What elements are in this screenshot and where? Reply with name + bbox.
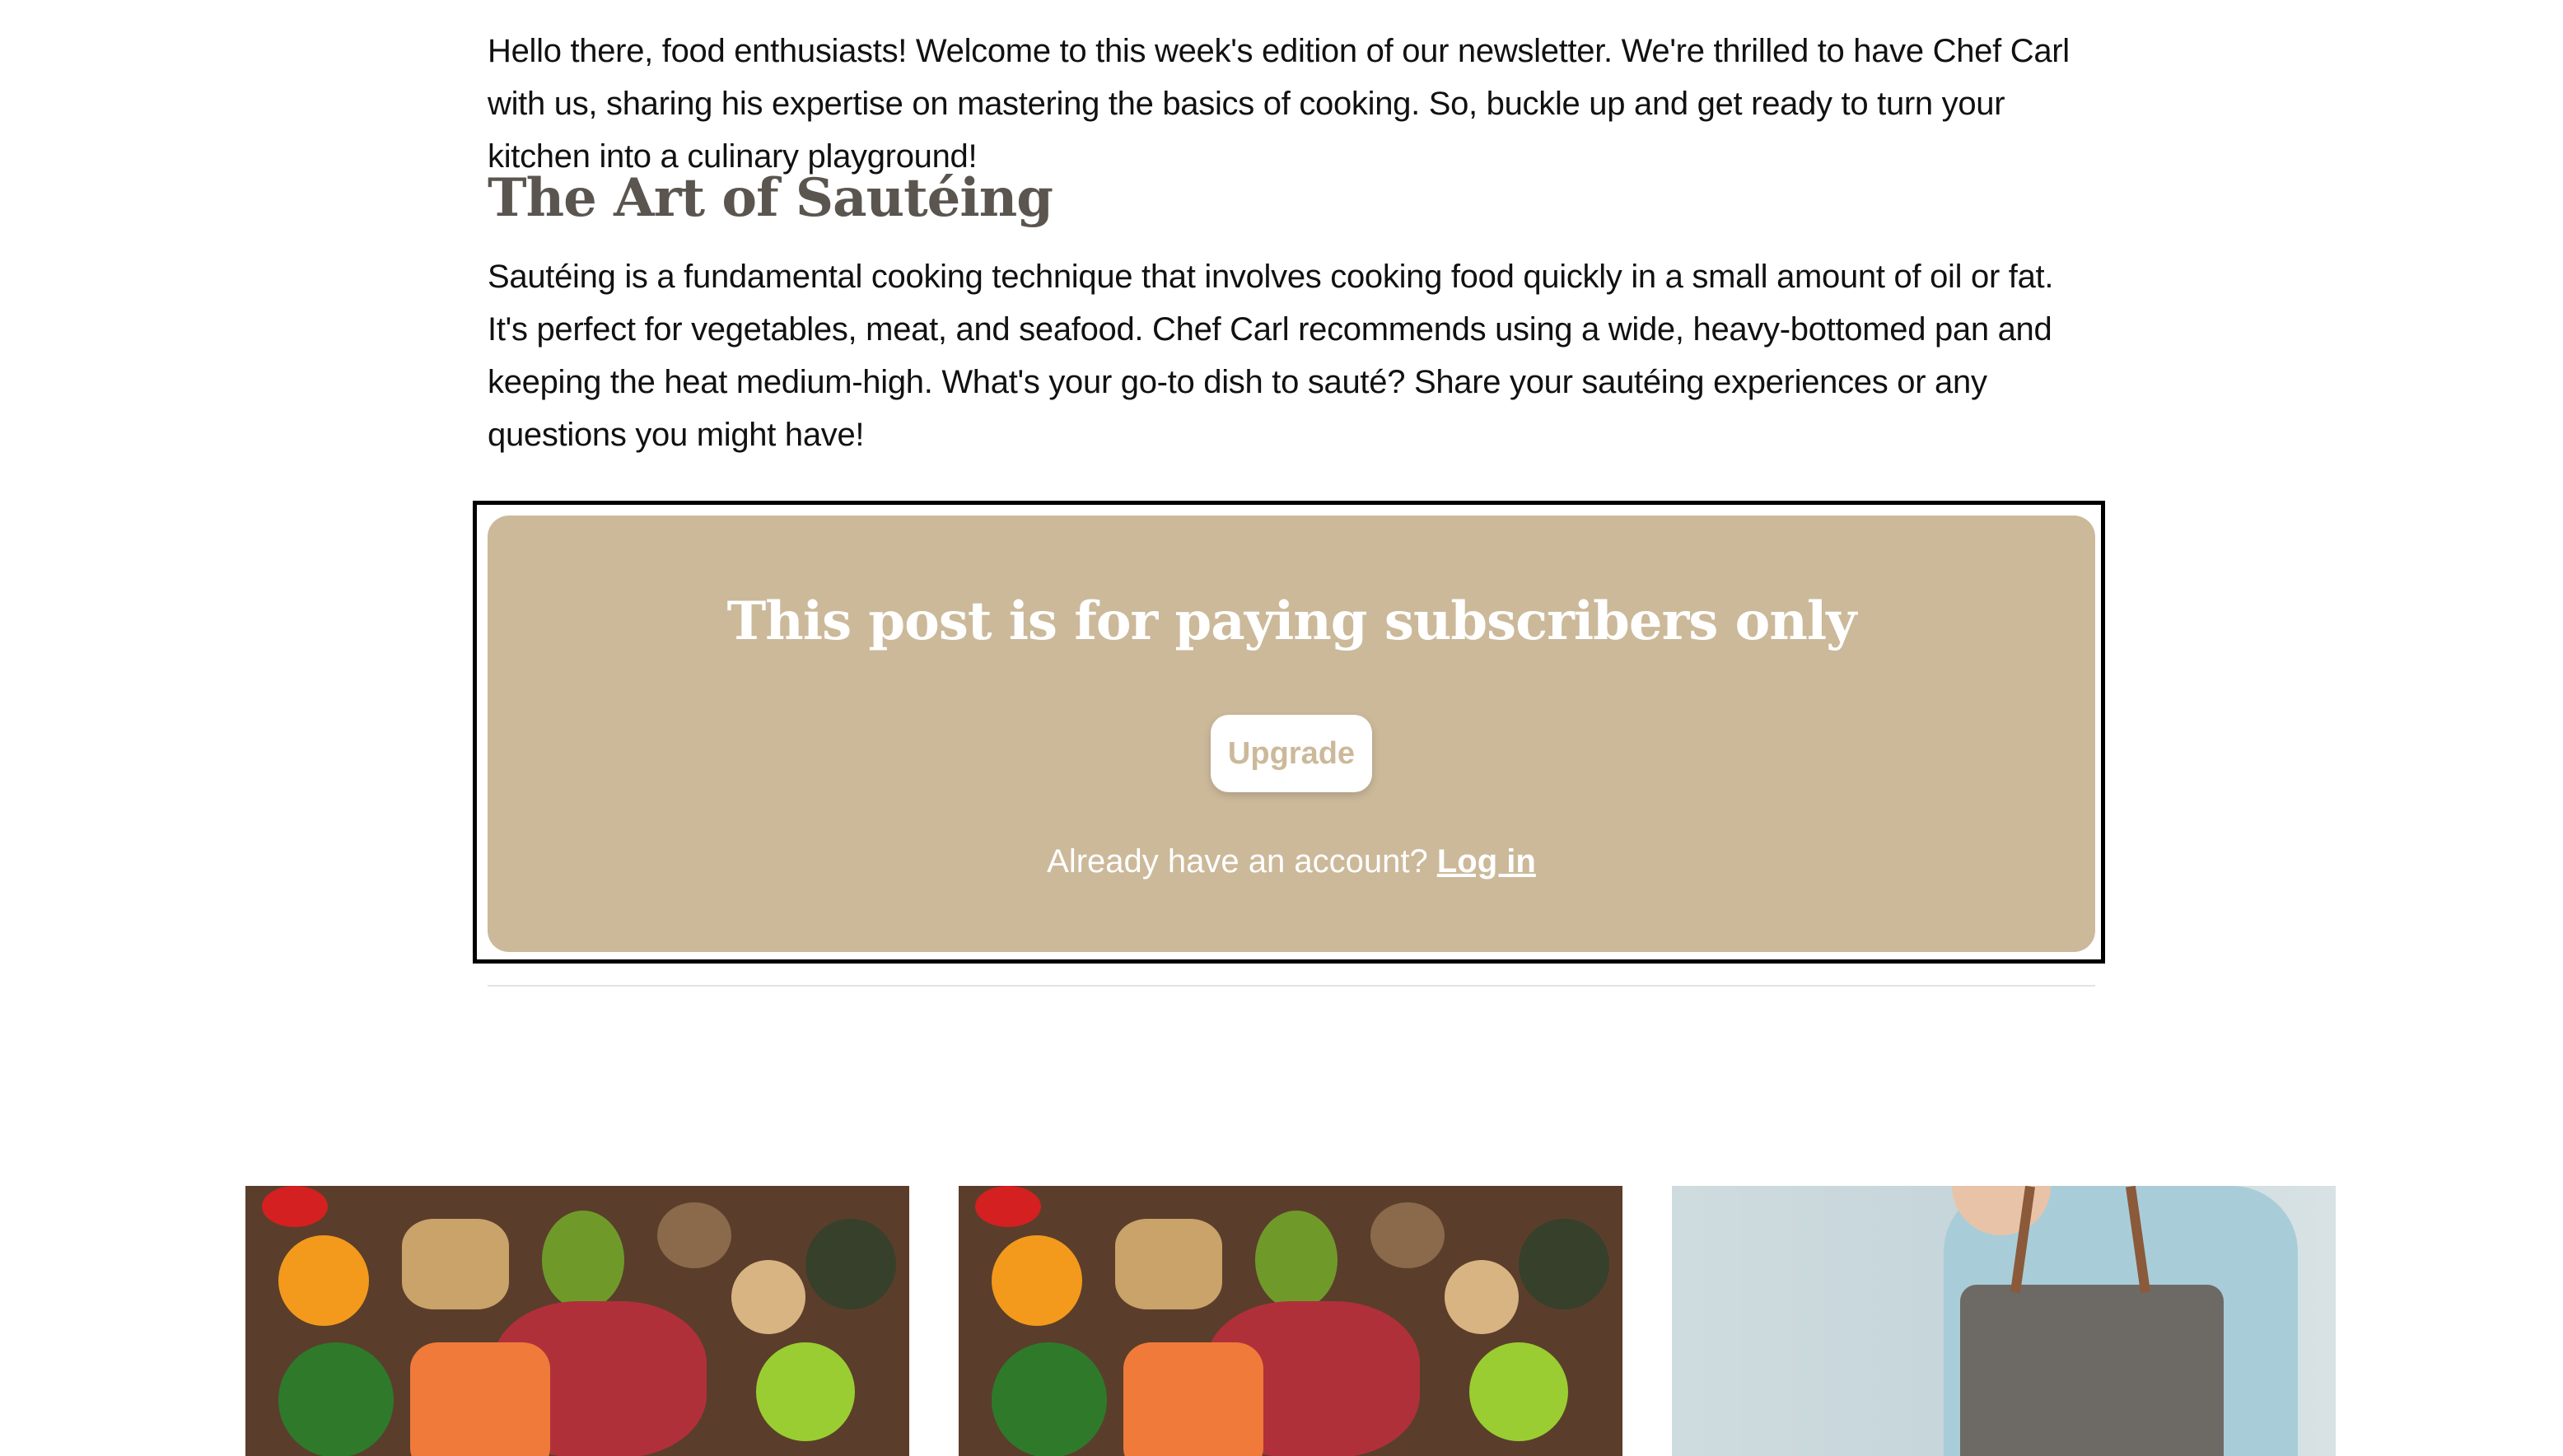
intro-paragraph: Hello there, food enthusiasts! Welcome t… xyxy=(488,33,2070,175)
paywall-title: This post is for paying subscribers only xyxy=(726,590,1857,652)
section-paragraph: Sautéing is a fundamental cooking techni… xyxy=(488,259,2054,453)
related-post-image-chef[interactable] xyxy=(1672,1186,2336,1456)
account-prompt: Already have an account? Log in xyxy=(488,835,2095,888)
login-link[interactable]: Log in xyxy=(1437,843,1536,880)
section-heading: The Art of Sautéing xyxy=(488,167,1053,229)
divider xyxy=(488,985,2095,987)
account-prompt-text: Already have an account? xyxy=(1047,843,1428,880)
related-post-image-food-1[interactable] xyxy=(245,1186,909,1456)
paywall-cta: This post is for paying subscribers only… xyxy=(488,516,2095,952)
related-post-image-food-2[interactable] xyxy=(959,1186,1622,1456)
upgrade-button[interactable]: Upgrade xyxy=(1211,715,1372,792)
